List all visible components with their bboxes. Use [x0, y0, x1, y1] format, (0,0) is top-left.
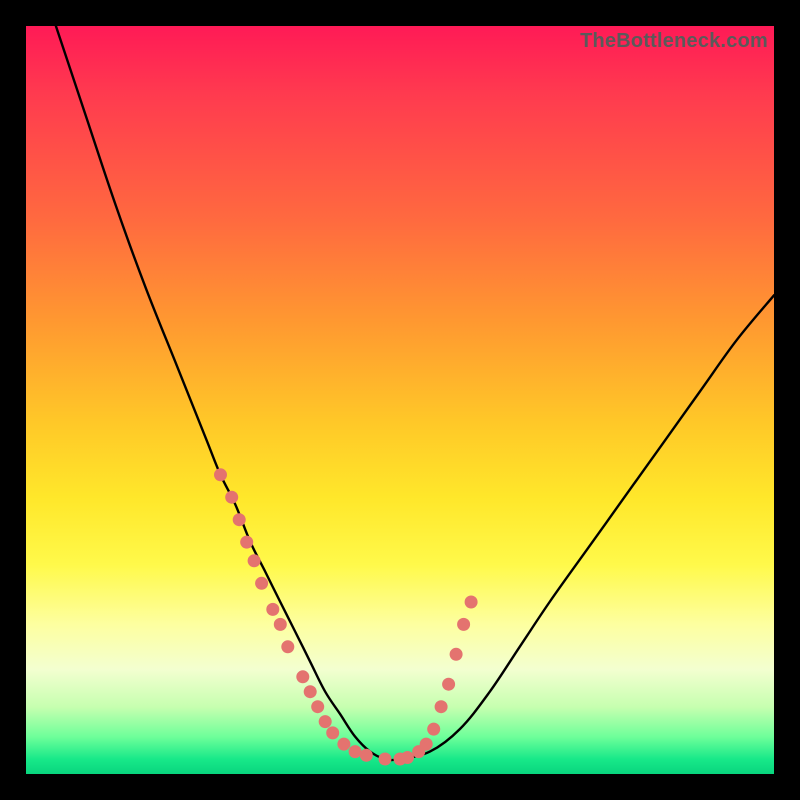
scatter-dot — [304, 685, 317, 698]
scatter-dot — [233, 513, 246, 526]
chart-svg — [26, 26, 774, 774]
scatter-dot — [401, 751, 414, 764]
scatter-dot — [450, 648, 463, 661]
scatter-dot — [442, 678, 455, 691]
plot-area: TheBottleneck.com — [26, 26, 774, 774]
scatter-dot — [274, 618, 287, 631]
scatter-dot — [360, 749, 373, 762]
scatter-dot — [427, 723, 440, 736]
scatter-dot — [311, 700, 324, 713]
scatter-dot — [465, 596, 478, 609]
scatter-dot — [326, 726, 339, 739]
scatter-dot — [296, 670, 309, 683]
scatter-dot — [281, 640, 294, 653]
scatter-dot — [225, 491, 238, 504]
scatter-dot — [349, 745, 362, 758]
scatter-dot — [248, 554, 261, 567]
scatter-dot — [266, 603, 279, 616]
scatter-dot — [420, 738, 433, 751]
bottleneck-curve — [56, 26, 774, 760]
scatter-dot — [457, 618, 470, 631]
chart-frame: TheBottleneck.com — [0, 0, 800, 800]
scatter-dot — [214, 468, 227, 481]
scatter-dot — [240, 536, 253, 549]
scatter-dot — [435, 700, 448, 713]
scatter-dot — [337, 738, 350, 751]
scatter-dot — [255, 577, 268, 590]
scatter-dot — [319, 715, 332, 728]
scatter-dot — [379, 753, 392, 766]
